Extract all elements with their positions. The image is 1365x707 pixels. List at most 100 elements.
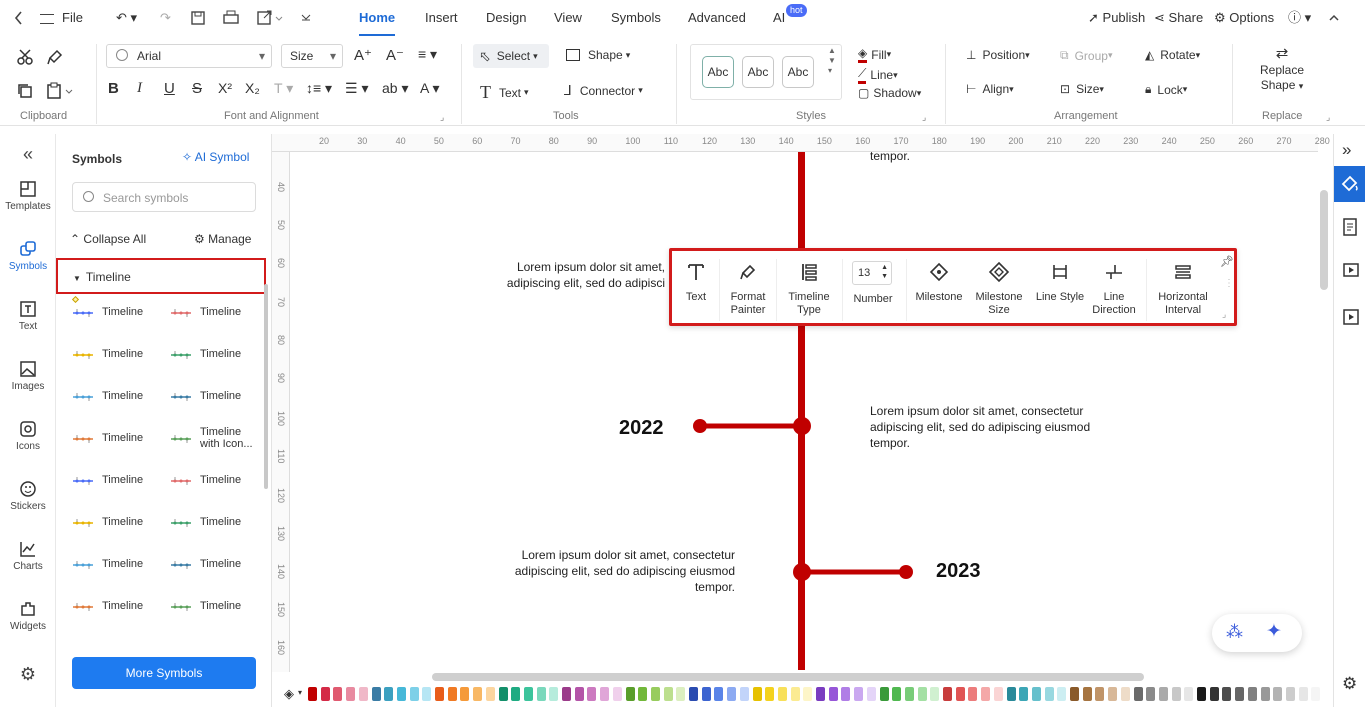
expand-right-panel-icon[interactable]: » (1342, 140, 1351, 160)
color-swatch[interactable] (460, 687, 470, 701)
color-swatch[interactable] (714, 687, 724, 701)
color-swatch[interactable] (1057, 687, 1067, 701)
color-swatch[interactable] (409, 687, 419, 701)
replace-shape-button[interactable]: ⇄ Replace Shape ▾ (1250, 46, 1314, 94)
drawing-canvas[interactable]: tempor. Lorem ipsum dolor sit amet, adip… (290, 152, 1318, 670)
color-swatch[interactable] (1146, 687, 1156, 701)
symbol-item[interactable]: Timeline (70, 342, 162, 372)
publish-button[interactable]: ➚ Publish (1088, 0, 1145, 36)
color-swatch[interactable] (1006, 687, 1016, 701)
timeline-axis[interactable] (798, 152, 805, 670)
symbol-item[interactable]: Timeline (168, 384, 260, 414)
color-swatch[interactable] (904, 687, 914, 701)
group-button[interactable]: ⧉ Group ▾ (1060, 48, 1112, 63)
more-symbols-button[interactable]: More Symbols (72, 657, 256, 689)
color-swatch[interactable] (638, 687, 648, 701)
select-button[interactable]: ⬁ Select ▾ (473, 44, 549, 68)
sparkle-icon[interactable]: ✦ (1266, 620, 1282, 643)
color-swatch[interactable] (917, 687, 927, 701)
milestone-text-right[interactable]: Lorem ipsum dolor sit amet, consectetur … (870, 403, 1115, 451)
color-swatch[interactable] (358, 687, 368, 701)
color-swatch[interactable] (549, 687, 559, 701)
rail-item-text[interactable]: Text (0, 300, 56, 332)
symbol-item[interactable]: Timeline with Icon... (168, 426, 260, 456)
page-properties-icon[interactable] (1342, 218, 1358, 236)
save-icon[interactable] (190, 0, 206, 36)
color-swatch[interactable] (1158, 687, 1168, 701)
color-swatch[interactable] (866, 687, 876, 701)
align-button[interactable]: ⊢ Align ▾ (966, 82, 1014, 96)
redo-icon[interactable]: ↷ (160, 0, 171, 36)
strikethrough-icon[interactable]: S (192, 80, 202, 97)
color-swatch[interactable] (727, 687, 737, 701)
export-icon[interactable] (256, 0, 284, 36)
color-swatch[interactable] (739, 687, 749, 701)
color-swatch[interactable] (536, 687, 546, 701)
color-swatch[interactable] (485, 687, 495, 701)
symbol-item[interactable]: Timeline (168, 342, 260, 372)
chevron-down-icon[interactable]: ▾ (298, 688, 302, 697)
color-swatch[interactable] (689, 687, 698, 701)
number-stepper[interactable]: 13 ▲ ▼ (852, 261, 892, 285)
rail-item-symbols[interactable]: Symbols (0, 240, 56, 272)
color-swatch[interactable] (765, 687, 775, 701)
color-swatch[interactable] (1209, 687, 1219, 701)
panel-scrollbar[interactable] (264, 284, 268, 489)
style-preset-1[interactable]: Abc (702, 56, 734, 88)
color-swatch[interactable] (435, 687, 444, 701)
color-swatch[interactable] (384, 687, 394, 701)
color-swatch[interactable] (587, 687, 597, 701)
fill-button[interactable]: ◈ Fill ▾ (858, 46, 891, 63)
text-align-icon[interactable]: ≡ ▾ (418, 46, 437, 63)
decrease-font-icon[interactable]: A⁻ (386, 46, 404, 64)
color-swatch[interactable] (854, 687, 864, 701)
color-swatch[interactable] (371, 687, 381, 701)
line-spacing-icon[interactable]: ↕≡ ▾ (306, 80, 332, 97)
milestone-text-left-2[interactable]: Lorem ipsum dolor sit amet, consectetur … (490, 547, 735, 595)
color-swatch[interactable] (841, 687, 851, 701)
color-swatch[interactable] (498, 687, 508, 701)
ft-text-button[interactable]: Text (678, 261, 714, 304)
color-swatch[interactable] (803, 687, 813, 701)
expand-icon[interactable]: ⌟ (1326, 112, 1330, 123)
undo-icon[interactable]: ↶ ▾ (116, 0, 137, 36)
color-swatch[interactable] (1082, 687, 1092, 701)
line-button[interactable]: ⟋ Line ▾ (858, 66, 898, 84)
color-swatch[interactable] (701, 687, 711, 701)
slideshow-icon[interactable] (1342, 308, 1360, 326)
color-swatch[interactable] (1197, 687, 1206, 701)
color-swatch[interactable] (1247, 687, 1257, 701)
tab-home[interactable]: Home (359, 0, 396, 36)
tab-symbols[interactable]: Symbols (611, 0, 661, 36)
size-button[interactable]: ⊡ Size ▾ (1060, 82, 1104, 96)
color-swatch[interactable] (1070, 687, 1079, 701)
connector-button[interactable]: ⅃ Connector ▾ (564, 82, 643, 99)
shadow-button[interactable]: ▢ Shadow ▾ (858, 86, 921, 100)
color-swatch[interactable] (1311, 687, 1321, 701)
tab-insert[interactable]: Insert (425, 0, 458, 36)
settings-icon[interactable]: ⚙ (0, 664, 56, 685)
ft-milestone-button[interactable]: Milestone (910, 261, 968, 304)
color-swatch[interactable] (333, 687, 343, 701)
color-swatch[interactable] (1108, 687, 1118, 701)
back-icon[interactable] (14, 0, 24, 36)
tab-advanced[interactable]: Advanced (688, 0, 746, 36)
milestone-node-2022[interactable] (793, 417, 811, 435)
milestone-end-2022[interactable] (693, 419, 707, 433)
horizontal-scrollbar-thumb[interactable] (432, 673, 1144, 681)
ft-format-painter-button[interactable]: Format Painter (724, 261, 772, 317)
gallery-scroll-icon[interactable]: ▲ ▼ ▾ (828, 46, 836, 76)
color-swatch[interactable] (612, 687, 622, 701)
ft-number-control[interactable]: 13 ▲ ▼ Number (846, 261, 900, 306)
font-size-select[interactable]: Size ▾ (281, 44, 343, 68)
magic-wand-icon[interactable]: ⁂ (1226, 622, 1243, 642)
right-rail-format-button[interactable] (1334, 166, 1365, 202)
collapse-panel-icon[interactable]: « (0, 144, 56, 165)
format-painter-icon[interactable] (46, 48, 64, 66)
color-swatch[interactable] (930, 687, 940, 701)
rail-item-templates[interactable]: Templates (0, 180, 56, 212)
shape-button[interactable]: Shape ▾ (566, 48, 630, 62)
timeline-drawing[interactable] (290, 152, 1318, 670)
color-swatch[interactable] (1273, 687, 1283, 701)
copy-icon[interactable] (16, 82, 34, 100)
